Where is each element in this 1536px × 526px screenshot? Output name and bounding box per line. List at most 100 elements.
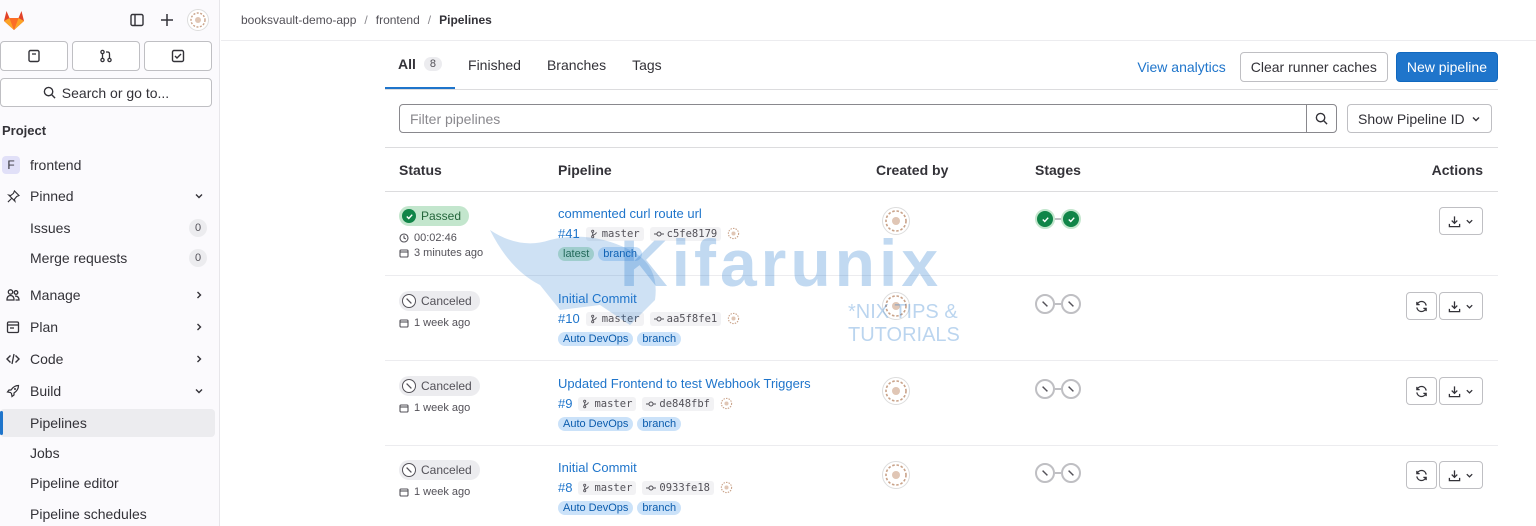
finished-time: 3 minutes ago (399, 247, 483, 259)
pipeline-title-link[interactable]: Initial Commit (558, 460, 637, 475)
commit-sha[interactable]: de848fbf (642, 396, 714, 411)
download-artifacts-dropdown[interactable] (1439, 377, 1483, 405)
stage-success-icon[interactable] (1035, 209, 1055, 229)
sidebar-top (0, 6, 220, 34)
commit-sha[interactable]: aa5f8fe1 (649, 311, 722, 326)
sidebar-item-merge-requests[interactable]: Merge requests 0 (0, 244, 215, 272)
pipeline-id-link[interactable]: #8 (558, 480, 572, 495)
todo-icon (171, 49, 185, 63)
download-artifacts-dropdown[interactable] (1439, 292, 1483, 320)
stage-canceled-icon[interactable] (1035, 294, 1055, 314)
sidebar-item-plan[interactable]: Plan (0, 313, 215, 341)
pipeline-title-link[interactable]: Initial Commit (558, 291, 637, 306)
download-icon (1448, 385, 1461, 397)
plus-icon[interactable] (157, 10, 177, 30)
stage-canceled-icon[interactable] (1061, 463, 1081, 483)
sidebar-item-jobs[interactable]: Jobs (0, 439, 215, 467)
merge-requests-button[interactable] (72, 41, 140, 71)
breadcrumb-group[interactable]: booksvault-demo-app (241, 13, 356, 27)
tab-count-badge: 8 (423, 57, 443, 71)
branch-badge: branch (637, 417, 682, 431)
stages-mini-graph (1035, 209, 1081, 229)
stage-canceled-icon[interactable] (1061, 294, 1081, 314)
status-badge[interactable]: Canceled (399, 376, 480, 396)
breadcrumb-project[interactable]: frontend (376, 13, 420, 27)
sidebar-item-label: Merge requests (30, 250, 128, 266)
branch-ref[interactable]: master (585, 226, 644, 241)
creator-avatar[interactable] (882, 377, 910, 405)
finished-time: 1 week ago (399, 486, 470, 498)
retry-icon (1416, 385, 1427, 397)
sidebar-item-pipelines[interactable]: Pipelines (0, 409, 215, 437)
header-pipeline: Pipeline (558, 162, 612, 178)
tab-all[interactable]: All 8 (385, 41, 456, 89)
sidebar-item-pipeline-schedules[interactable]: Pipeline schedules (0, 500, 215, 526)
status-badge[interactable]: Passed (399, 206, 470, 226)
sidebar-item-pipeline-editor[interactable]: Pipeline editor (0, 469, 215, 497)
commit-author-avatar (728, 312, 740, 325)
stage-canceled-icon[interactable] (1061, 379, 1081, 399)
tab-branches[interactable]: Branches (534, 41, 619, 89)
tab-tags[interactable]: Tags (619, 41, 675, 89)
sidebar-item-code[interactable]: Code (0, 345, 215, 373)
sidebar-item-project[interactable]: F frontend (0, 151, 215, 179)
commit-icon (646, 485, 657, 490)
sidebar-item-pinned[interactable]: Pinned (0, 182, 215, 210)
status-badge[interactable]: Canceled (399, 460, 480, 480)
creator-avatar[interactable] (882, 207, 910, 235)
retry-button[interactable] (1406, 377, 1437, 405)
sidebar-item-issues[interactable]: Issues 0 (0, 214, 215, 242)
creator-avatar[interactable] (882, 461, 910, 489)
page-actions: View analytics Clear runner caches New p… (1131, 52, 1498, 82)
sidebar-item-label: Plan (30, 319, 59, 335)
retry-button[interactable] (1406, 461, 1437, 489)
branch-ref[interactable]: master (585, 311, 644, 326)
show-pipeline-id-dropdown[interactable]: Show Pipeline ID (1347, 104, 1492, 133)
planning-icon (6, 320, 20, 334)
branch-ref[interactable]: master (578, 396, 637, 411)
commit-sha[interactable]: c5fe8179 (649, 226, 722, 241)
pipeline-id-link[interactable]: #41 (558, 226, 580, 241)
chevron-down-icon (1472, 116, 1480, 121)
search-button[interactable]: Search or go to... (0, 78, 212, 107)
chevron-right-icon (191, 290, 207, 300)
stage-canceled-icon[interactable] (1035, 463, 1055, 483)
filter-input[interactable]: Filter pipelines (400, 111, 1306, 127)
canceled-icon (402, 294, 416, 308)
status-badge[interactable]: Canceled (399, 291, 480, 311)
section-title: Project (2, 123, 47, 138)
header-stages: Stages (1035, 162, 1081, 178)
header-status: Status (399, 162, 442, 178)
project-avatar: F (2, 156, 20, 174)
pipeline-id-link[interactable]: #10 (558, 311, 580, 326)
calendar-icon (399, 488, 409, 497)
retry-button[interactable] (1406, 292, 1437, 320)
branch-ref[interactable]: master (578, 480, 637, 495)
pipeline-title-link[interactable]: commented curl route url (558, 206, 702, 221)
view-analytics-link[interactable]: View analytics (1131, 59, 1231, 75)
creator-avatar[interactable] (882, 292, 910, 320)
filter-search-button[interactable] (1306, 105, 1336, 132)
stage-canceled-icon[interactable] (1035, 379, 1055, 399)
commit-sha[interactable]: 0933fe18 (642, 480, 714, 495)
download-artifacts-dropdown[interactable] (1439, 461, 1483, 489)
pipeline-id-link[interactable]: #9 (558, 396, 572, 411)
chevron-down-icon (191, 191, 207, 201)
assigned-issues-button[interactable] (0, 41, 68, 71)
sidebar-toggle-icon[interactable] (127, 10, 147, 30)
download-artifacts-dropdown[interactable] (1439, 207, 1483, 235)
gitlab-logo-icon[interactable] (2, 8, 26, 32)
todo-button[interactable] (144, 41, 212, 71)
stage-success-icon[interactable] (1061, 209, 1081, 229)
new-pipeline-button[interactable]: New pipeline (1395, 52, 1498, 82)
sidebar-item-build[interactable]: Build (0, 377, 215, 405)
breadcrumb-current[interactable]: Pipelines (439, 13, 492, 27)
sidebar-item-label: Pipeline schedules (30, 506, 147, 522)
commit-icon (653, 316, 664, 321)
pipeline-title-link[interactable]: Updated Frontend to test Webhook Trigger… (558, 376, 811, 391)
clear-runner-caches-button[interactable]: Clear runner caches (1239, 52, 1388, 82)
user-avatar[interactable] (187, 9, 209, 31)
tab-finished[interactable]: Finished (455, 41, 534, 89)
sidebar-item-manage[interactable]: Manage (0, 281, 215, 309)
retry-icon (1416, 469, 1427, 481)
